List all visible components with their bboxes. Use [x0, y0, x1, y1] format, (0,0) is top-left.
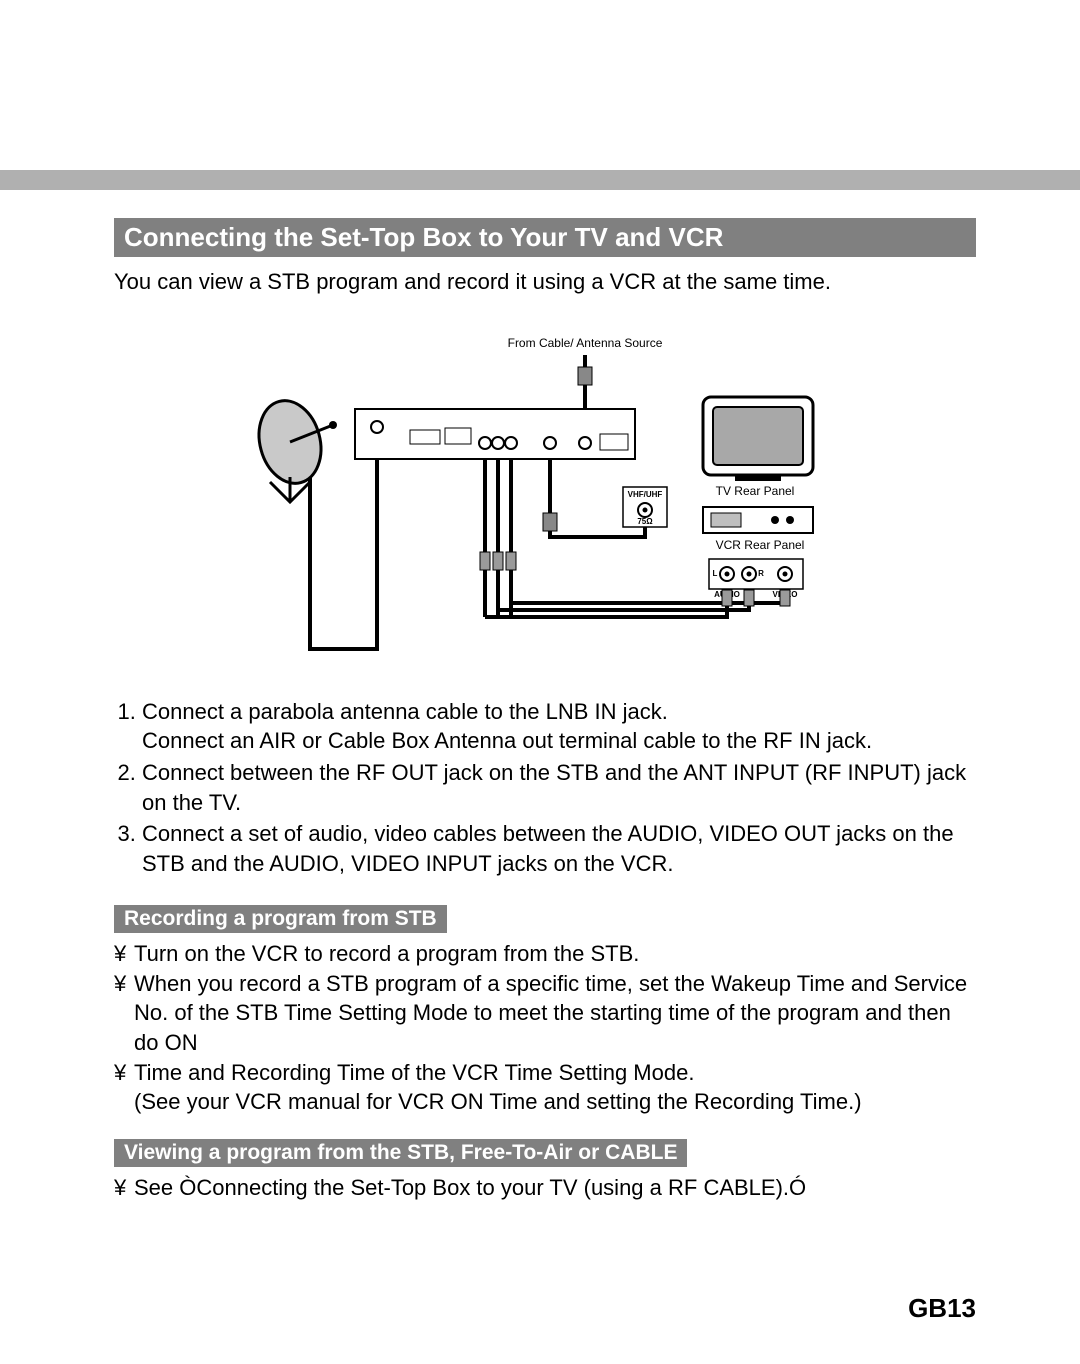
sub1-bullets: ¥Turn on the VCR to record a program fro… — [114, 939, 976, 1117]
satellite-dish-icon — [250, 393, 337, 501]
step-2: Connect between the RF OUT jack on the S… — [142, 758, 976, 817]
sub2-title: Viewing a program from the STB, Free-To-… — [114, 1139, 687, 1167]
page-number: GB13 — [114, 1293, 976, 1324]
svg-text:R: R — [758, 569, 764, 578]
sub1-title: Recording a program from STB — [114, 905, 447, 933]
intro-text: You can view a STB program and record it… — [114, 267, 976, 297]
page-content: Connecting the Set-Top Box to Your TV an… — [0, 218, 1080, 1364]
stb-rear-icon — [355, 409, 635, 459]
diagram-label-tv-rear: TV Rear Panel — [716, 484, 795, 498]
tv-icon — [703, 397, 813, 481]
svg-text:75Ω: 75Ω — [637, 517, 653, 526]
svg-text:VHF/UHF: VHF/UHF — [628, 490, 663, 499]
step-1: Connect a parabola antenna cable to the … — [142, 697, 976, 756]
connection-diagram: From Cable/ Antenna Source TV Rear Panel… — [215, 327, 875, 657]
step-3: Connect a set of audio, video cables bet… — [142, 819, 976, 878]
svg-text:L: L — [713, 569, 718, 578]
vcr-icon — [703, 507, 813, 533]
top-gray-bar — [0, 170, 1080, 190]
steps-list: Connect a parabola antenna cable to the … — [114, 697, 976, 879]
diagram-label-source: From Cable/ Antenna Source — [508, 336, 663, 350]
section-title: Connecting the Set-Top Box to Your TV an… — [114, 218, 976, 257]
sub2-bullets: ¥See ÒConnecting the Set-Top Box to your… — [114, 1173, 976, 1203]
tv-vhf-panel-icon: VHF/UHF 75Ω — [623, 487, 667, 527]
diagram-label-vcr-rear: VCR Rear Panel — [716, 538, 805, 552]
